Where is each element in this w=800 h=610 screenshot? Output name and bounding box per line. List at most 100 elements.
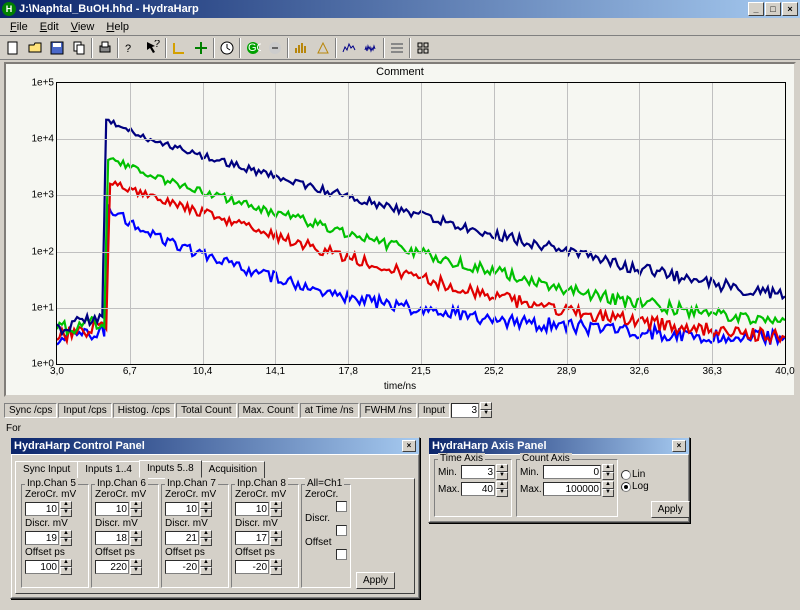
axis-panel-close-icon[interactable]: × — [672, 440, 686, 452]
all-discr-checkbox[interactable] — [336, 525, 347, 536]
go-icon[interactable]: GO — [242, 37, 264, 58]
x-tick: 28,9 — [557, 364, 576, 377]
svg-text:GO: GO — [248, 42, 261, 54]
toolbar: ? ? GO — [0, 36, 800, 60]
x-tick: 32,6 — [630, 364, 649, 377]
ch7-zero-field[interactable] — [165, 502, 199, 516]
count-max-field[interactable] — [543, 482, 601, 496]
tab-sync-input[interactable]: Sync Input — [15, 461, 78, 479]
time-max-spinner[interactable]: ▲▼ — [496, 481, 508, 497]
x-tick: 36,3 — [702, 364, 721, 377]
time-max-label: Max. — [438, 484, 460, 495]
all-zero-checkbox[interactable] — [336, 501, 347, 512]
menu-edit[interactable]: Edit — [34, 20, 65, 34]
input-channel-field[interactable] — [451, 403, 479, 418]
count-max-spinner[interactable]: ▲▼ — [602, 481, 614, 497]
maximize-button[interactable]: □ — [765, 2, 781, 16]
axis-panel: HydraHarp Axis Panel × Time Axis Min.▲▼ … — [428, 437, 690, 523]
hist-lines-icon[interactable] — [338, 37, 360, 58]
ch6-discr-field[interactable] — [95, 531, 129, 545]
status-histog: Histog. /cps — [113, 403, 175, 418]
clock-icon[interactable] — [216, 37, 238, 58]
axis-panel-title: HydraHarp Axis Panel — [432, 440, 672, 452]
hist-triangle-icon[interactable] — [312, 37, 334, 58]
time-min-spinner[interactable]: ▲▼ — [496, 464, 508, 480]
menu-view[interactable]: View — [65, 20, 101, 34]
help-arrow-icon[interactable]: ? — [142, 37, 164, 58]
ch5-offset-spinner[interactable]: ▲▼ — [60, 559, 72, 575]
ch8-offset-spinner[interactable]: ▲▼ — [270, 559, 282, 575]
ch5-zero-field[interactable] — [25, 502, 59, 516]
input-channel-spinner[interactable]: ▲▼ — [480, 402, 492, 418]
channel-group-7: Inp.Chan 7 ZeroCr. mV ▲▼ Discr. mV ▲▼ Of… — [161, 484, 229, 588]
menu-file[interactable]: File — [4, 20, 34, 34]
bars-icon[interactable] — [290, 37, 312, 58]
levels-icon[interactable] — [386, 37, 408, 58]
ch8-zero-spinner[interactable]: ▲▼ — [270, 501, 282, 517]
close-button[interactable]: × — [782, 2, 798, 16]
ch8-discr-spinner[interactable]: ▲▼ — [270, 530, 282, 546]
axis-panel-titlebar[interactable]: HydraHarp Axis Panel × — [429, 438, 689, 454]
control-apply-button[interactable]: Apply — [356, 572, 395, 589]
count-min-spinner[interactable]: ▲▼ — [602, 464, 614, 480]
chart-area: Comment 1e+01e+11e+21e+31e+41e+53,06,710… — [4, 62, 796, 397]
x-tick: 25,2 — [484, 364, 503, 377]
hist-noise-icon[interactable] — [360, 37, 382, 58]
axis-apply-button[interactable]: Apply — [651, 501, 690, 518]
ch7-discr-field[interactable] — [165, 531, 199, 545]
x-tick: 17,8 — [338, 364, 357, 377]
ch6-zero-field[interactable] — [95, 502, 129, 516]
status-total: Total Count — [176, 403, 237, 418]
ch8-zero-field[interactable] — [235, 502, 269, 516]
all-zero-label: ZeroCr. — [305, 489, 338, 500]
menu-help[interactable]: Help — [100, 20, 135, 34]
all-offset-checkbox[interactable] — [336, 549, 347, 560]
chart-plot[interactable]: 1e+01e+11e+21e+31e+41e+53,06,710,414,117… — [56, 82, 786, 365]
copy-icon[interactable] — [68, 37, 90, 58]
control-panel-close-icon[interactable]: × — [402, 440, 416, 452]
ch8-offset-field[interactable] — [235, 560, 269, 574]
status-bar: Sync /cps Input /cps Histog. /cps Total … — [0, 399, 800, 421]
tab-acquisition[interactable]: Acquisition — [201, 461, 265, 479]
minimize-button[interactable]: _ — [748, 2, 764, 16]
ch5-discr-field[interactable] — [25, 531, 59, 545]
ch6-offset-field[interactable] — [95, 560, 129, 574]
ch6-discr-spinner[interactable]: ▲▼ — [130, 530, 142, 546]
grid-icon[interactable] — [412, 37, 434, 58]
crosshair-icon[interactable] — [190, 37, 212, 58]
x-tick: 40,0 — [775, 364, 794, 377]
new-icon[interactable] — [2, 37, 24, 58]
app-icon: H — [2, 2, 16, 16]
stop-icon[interactable] — [264, 37, 286, 58]
ch5-discr-spinner[interactable]: ▲▼ — [60, 530, 72, 546]
time-max-field[interactable] — [461, 482, 495, 496]
tab-inputs-5-8[interactable]: Inputs 5..8 — [139, 460, 202, 478]
ch7-offset-spinner[interactable]: ▲▼ — [200, 559, 212, 575]
log-radio[interactable] — [621, 482, 631, 492]
ch7-zero-spinner[interactable]: ▲▼ — [200, 501, 212, 517]
control-panel: HydraHarp Control Panel × Sync Input Inp… — [10, 437, 420, 599]
ch8-discr-field[interactable] — [235, 531, 269, 545]
y-tick: 1e+5 — [31, 78, 57, 89]
axis-icon[interactable] — [168, 37, 190, 58]
all-offset-label: Offset — [305, 537, 332, 548]
ch6-zero-spinner[interactable]: ▲▼ — [130, 501, 142, 517]
ch5-zero-spinner[interactable]: ▲▼ — [60, 501, 72, 517]
control-panel-titlebar[interactable]: HydraHarp Control Panel × — [11, 438, 419, 454]
window-title: J:\Naphtal_BuOH.hhd - HydraHarp — [19, 3, 748, 15]
open-icon[interactable] — [24, 37, 46, 58]
print-icon[interactable] — [94, 37, 116, 58]
count-min-field[interactable] — [543, 465, 601, 479]
context-help-icon[interactable]: ? — [120, 37, 142, 58]
x-tick: 14,1 — [266, 364, 285, 377]
ch7-discr-spinner[interactable]: ▲▼ — [200, 530, 212, 546]
status-attime: at Time /ns — [300, 403, 359, 418]
ch7-offset-field[interactable] — [165, 560, 199, 574]
tab-inputs-1-4[interactable]: Inputs 1..4 — [77, 461, 140, 479]
ch6-offset-spinner[interactable]: ▲▼ — [130, 559, 142, 575]
time-min-field[interactable] — [461, 465, 495, 479]
ch5-offset-field[interactable] — [25, 560, 59, 574]
save-icon[interactable] — [46, 37, 68, 58]
y-tick: 1e+3 — [31, 190, 57, 201]
lin-radio[interactable] — [621, 470, 631, 480]
